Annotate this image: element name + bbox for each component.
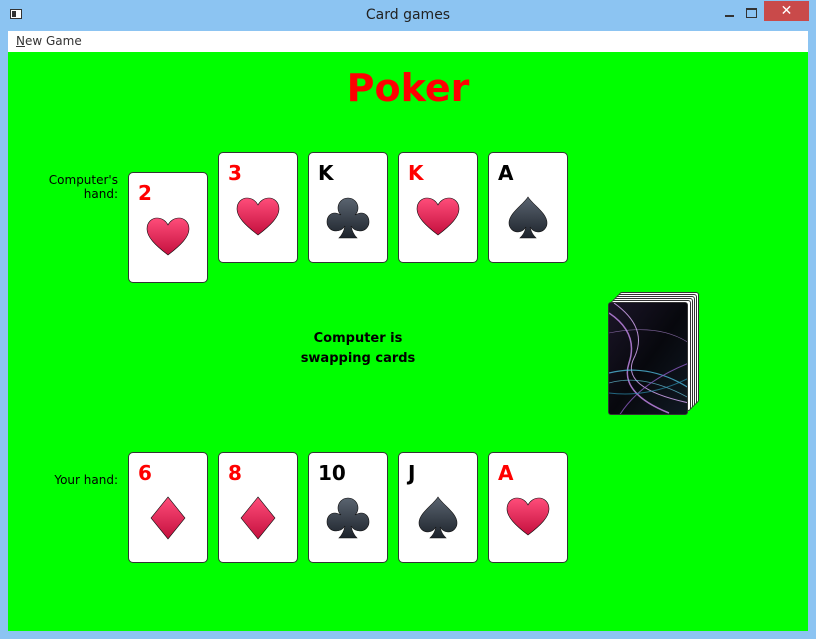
status-message: Computer is swapping cards bbox=[300, 331, 416, 366]
player-hand-card[interactable]: 10 bbox=[308, 452, 388, 563]
heart-suit-icon bbox=[505, 495, 551, 541]
card-rank: A bbox=[498, 161, 514, 185]
menu-bar: New Game bbox=[8, 31, 808, 53]
menu-new-game-mnemonic: N bbox=[16, 34, 25, 48]
card-rank: J bbox=[408, 461, 416, 485]
game-title: Poker bbox=[346, 66, 470, 110]
heart-suit-icon bbox=[415, 195, 461, 241]
card-rank: A bbox=[498, 461, 514, 485]
heart-suit-icon bbox=[145, 215, 191, 261]
diamond-suit-icon bbox=[235, 495, 281, 541]
card-rank: K bbox=[318, 161, 334, 185]
computer-hand-card[interactable]: K bbox=[308, 152, 388, 263]
window-title: Card games bbox=[365, 7, 451, 23]
spade-suit-icon bbox=[415, 495, 461, 541]
menu-new-game-label: ew Game bbox=[24, 34, 82, 48]
deck-top-card-back[interactable] bbox=[608, 302, 688, 415]
card-rank: 8 bbox=[228, 461, 242, 485]
club-suit-icon bbox=[325, 495, 371, 541]
card-back-art bbox=[609, 303, 687, 414]
maximize-button[interactable] bbox=[738, 4, 764, 22]
app-window: Card games ✕ New Game Poker Computer's h… bbox=[0, 0, 816, 639]
card-rank: K bbox=[408, 161, 424, 185]
computer-hand-card[interactable]: 3 bbox=[218, 152, 298, 263]
card-rank: 3 bbox=[228, 161, 242, 185]
computer-hand-label: Computer's hand: bbox=[48, 173, 118, 201]
menu-new-game[interactable]: New Game bbox=[16, 34, 82, 48]
computer-hand-card[interactable]: K bbox=[398, 152, 478, 263]
card-rank: 10 bbox=[318, 461, 346, 485]
club-suit-icon bbox=[325, 195, 371, 241]
draw-deck[interactable] bbox=[608, 292, 700, 416]
computer-hand-card[interactable]: A bbox=[488, 152, 568, 263]
player-hand-card[interactable]: J bbox=[398, 452, 478, 563]
card-rank: 2 bbox=[138, 181, 152, 205]
spade-suit-icon bbox=[505, 195, 551, 241]
card-rank: 6 bbox=[138, 461, 152, 485]
heart-suit-icon bbox=[235, 195, 281, 241]
player-hand-card[interactable]: A bbox=[488, 452, 568, 563]
player-hand-label: Your hand: bbox=[54, 473, 118, 487]
close-button[interactable]: ✕ bbox=[764, 1, 809, 21]
player-hand-card[interactable]: 8 bbox=[218, 452, 298, 563]
title-bar[interactable]: Card games ✕ bbox=[0, 0, 816, 31]
player-hand-card[interactable]: 6 bbox=[128, 452, 208, 563]
game-table: Poker Computer's hand: 2 3 K K A Computer is… bbox=[8, 52, 808, 631]
diamond-suit-icon bbox=[145, 495, 191, 541]
computer-hand-card[interactable]: 2 bbox=[128, 172, 208, 283]
